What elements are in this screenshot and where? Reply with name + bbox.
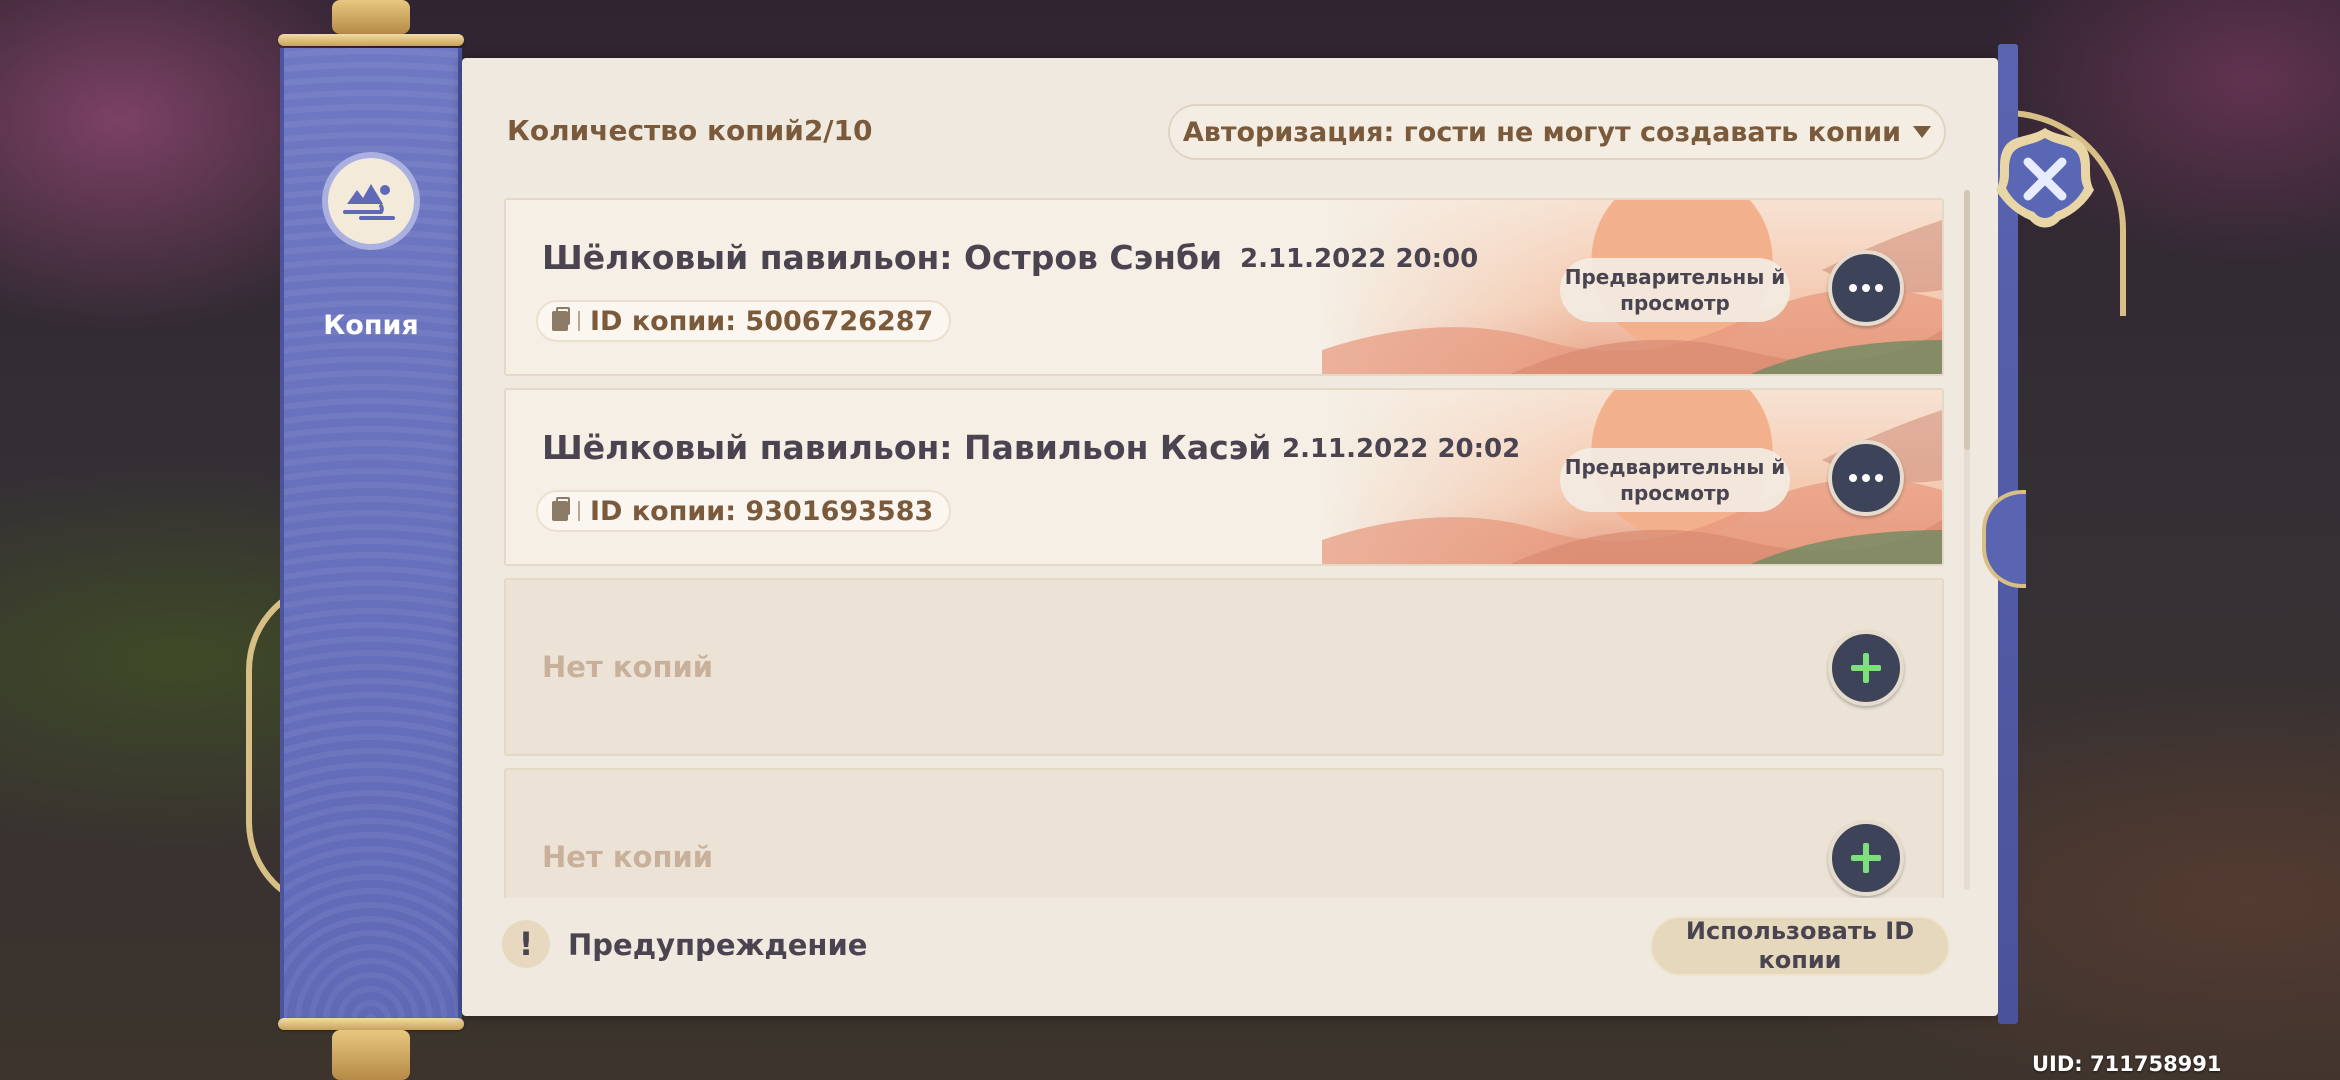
divider bbox=[578, 501, 580, 521]
close-icon bbox=[1996, 128, 2094, 228]
preview-button-label: Предварительны й просмотр bbox=[1564, 455, 1786, 505]
warning-icon[interactable]: ! bbox=[502, 920, 550, 968]
player-uid: UID: 711758991 bbox=[2032, 1052, 2222, 1076]
copies-list[interactable]: Шёлковый павильон: Остров Сэнби 2.11.202… bbox=[504, 198, 1944, 898]
empty-slot-label: Нет копий bbox=[542, 650, 714, 684]
scroll-rod-cap-top bbox=[332, 0, 410, 34]
preview-button[interactable]: Предварительны й просмотр bbox=[1560, 258, 1790, 322]
copy-id-label: ID копии: 9301693583 bbox=[590, 495, 934, 527]
scroll-rod-top bbox=[278, 34, 464, 46]
copy-card[interactable]: Шёлковый павильон: Остров Сэнби 2.11.202… bbox=[504, 198, 1944, 376]
copy-id-label: ID копии: 5006726287 bbox=[590, 305, 934, 337]
empty-copy-slot: Нет копий bbox=[504, 578, 1944, 756]
scroll-rod-bottom bbox=[278, 1018, 464, 1030]
copy-mountain-icon bbox=[322, 152, 420, 250]
add-copy-button[interactable] bbox=[1828, 820, 1904, 896]
use-copy-id-label: Использовать ID копии bbox=[1685, 917, 1915, 974]
copy-id-pill[interactable]: ID копии: 5006726287 bbox=[536, 300, 952, 342]
copy-date: 2.11.2022 20:00 bbox=[1240, 244, 1479, 274]
preview-button[interactable]: Предварительны й просмотр bbox=[1560, 448, 1790, 512]
use-copy-id-button[interactable]: Использовать ID копии bbox=[1650, 916, 1950, 976]
sidebar-banner: Копия bbox=[280, 48, 462, 1020]
plus-icon bbox=[1851, 843, 1881, 873]
scroll-rod-cap-bottom bbox=[332, 1030, 410, 1080]
scrollbar-thumb[interactable] bbox=[1964, 190, 1970, 450]
copy-title: Шёлковый павильон: Остров Сэнби bbox=[542, 238, 1223, 277]
ellipsis-icon bbox=[1849, 474, 1883, 482]
more-options-button[interactable] bbox=[1828, 250, 1904, 326]
close-button[interactable] bbox=[1990, 124, 2100, 234]
warning-label[interactable]: Предупреждение bbox=[568, 928, 867, 962]
add-copy-button[interactable] bbox=[1828, 630, 1904, 706]
empty-copy-slot: Нет копий bbox=[504, 768, 1944, 898]
divider bbox=[578, 311, 580, 331]
copies-count-label: Количество копий2/10 bbox=[507, 114, 873, 147]
copy-card[interactable]: Шёлковый павильон: Павильон Касэй 2.11.2… bbox=[504, 388, 1944, 566]
warning-glyph: ! bbox=[518, 925, 534, 963]
copy-id-pill[interactable]: ID копии: 9301693583 bbox=[536, 490, 952, 532]
copy-date: 2.11.2022 20:02 bbox=[1282, 434, 1521, 464]
sidebar-title: Копия bbox=[323, 310, 419, 341]
authorization-dropdown[interactable]: Авторизация: гости не могут создавать ко… bbox=[1168, 104, 1946, 160]
plus-icon bbox=[1851, 653, 1881, 683]
more-options-button[interactable] bbox=[1828, 440, 1904, 516]
preview-button-label: Предварительны й просмотр bbox=[1564, 265, 1786, 315]
copy-title: Шёлковый павильон: Павильон Касэй bbox=[542, 428, 1272, 467]
copy-document-icon bbox=[552, 307, 570, 331]
chevron-down-icon bbox=[1913, 126, 1932, 138]
authorization-dropdown-label: Авторизация: гости не могут создавать ко… bbox=[1182, 116, 1902, 148]
ellipsis-icon bbox=[1849, 284, 1883, 292]
copy-document-icon bbox=[552, 497, 570, 521]
empty-slot-label: Нет копий bbox=[542, 840, 714, 874]
